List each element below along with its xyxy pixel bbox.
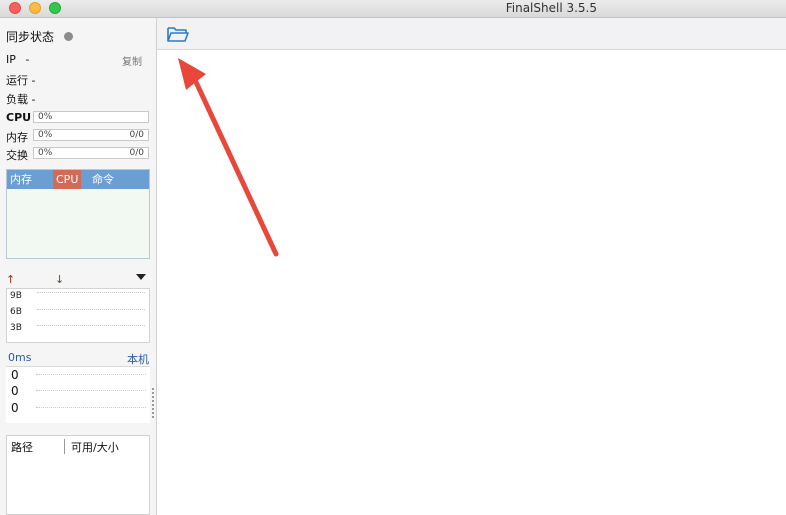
cpu-percent: 0%: [38, 112, 53, 122]
swap-meter: 0% 0/0: [33, 147, 149, 159]
swap-ratio: 0/0: [129, 148, 144, 158]
grid-line: [37, 325, 145, 326]
disk-col-size[interactable]: 可用/大小: [71, 439, 119, 455]
load-row: 负载 -: [6, 91, 35, 107]
ping-chart: 0 0 0: [6, 366, 150, 423]
ping-host-selector[interactable]: 本机: [127, 351, 149, 367]
download-arrow-icon: ↓: [55, 273, 65, 286]
open-folder-icon[interactable]: [166, 24, 190, 44]
tab-cpu[interactable]: CPU: [53, 170, 82, 189]
mem-label: 内存: [6, 131, 28, 144]
main-area: [157, 18, 786, 515]
uptime-value: -: [31, 74, 36, 87]
uptime-label: 运行: [6, 74, 28, 87]
uptime-row: 运行 -: [6, 72, 35, 88]
upload-arrow-icon: ↑: [6, 273, 16, 286]
net-axis-label: 9B: [10, 291, 22, 301]
grid-line: [36, 374, 146, 375]
ip-value: -: [25, 53, 30, 66]
grid-line: [36, 390, 146, 391]
mem-meter: 0% 0/0: [33, 129, 149, 141]
tab-command[interactable]: 命令: [89, 170, 117, 189]
disk-table: 路径 可用/大小: [6, 435, 150, 515]
grid-line: [37, 292, 145, 293]
cpu-meter: 0%: [33, 111, 149, 123]
network-interface-dropdown-icon[interactable]: [136, 274, 146, 280]
column-divider[interactable]: [64, 439, 65, 454]
ip-label: IP: [6, 53, 16, 66]
swap-percent: 0%: [38, 148, 53, 158]
copy-ip-button[interactable]: 复制: [122, 53, 142, 68]
net-axis-label: 6B: [10, 307, 22, 317]
ip-row: IP -: [6, 53, 29, 66]
ping-value: 0: [11, 368, 19, 382]
mem-percent: 0%: [38, 130, 53, 140]
ping-latency: 0ms: [8, 351, 32, 364]
grid-line: [36, 407, 146, 408]
net-axis-label: 3B: [10, 323, 22, 333]
network-chart: 9B 6B 3B: [6, 288, 150, 343]
load-value: -: [31, 93, 36, 106]
load-label: 负载: [6, 93, 28, 106]
resize-handle[interactable]: [152, 388, 156, 418]
mem-ratio: 0/0: [129, 130, 144, 140]
ping-value: 0: [11, 384, 19, 398]
sidebar: 同步状态 IP - 复制 运行 - 负载 - CPU 0% 内存 0% 0/0 …: [0, 18, 157, 515]
status-dot-icon: [64, 32, 73, 41]
sync-status-label: 同步状态: [6, 30, 55, 44]
title-bar: FinalShell 3.5.5: [0, 0, 786, 18]
process-tabs: 内存 CPU 命令: [7, 170, 149, 189]
toolbar: [157, 18, 786, 50]
disk-col-path[interactable]: 路径: [11, 439, 33, 455]
grid-line: [37, 309, 145, 310]
ping-value: 0: [11, 401, 19, 415]
process-panel: 内存 CPU 命令: [6, 169, 150, 259]
window-title: FinalShell 3.5.5: [505, 1, 597, 15]
tab-memory[interactable]: 内存: [7, 170, 35, 189]
swap-label: 交换: [6, 149, 28, 162]
cpu-label: CPU: [6, 111, 32, 124]
